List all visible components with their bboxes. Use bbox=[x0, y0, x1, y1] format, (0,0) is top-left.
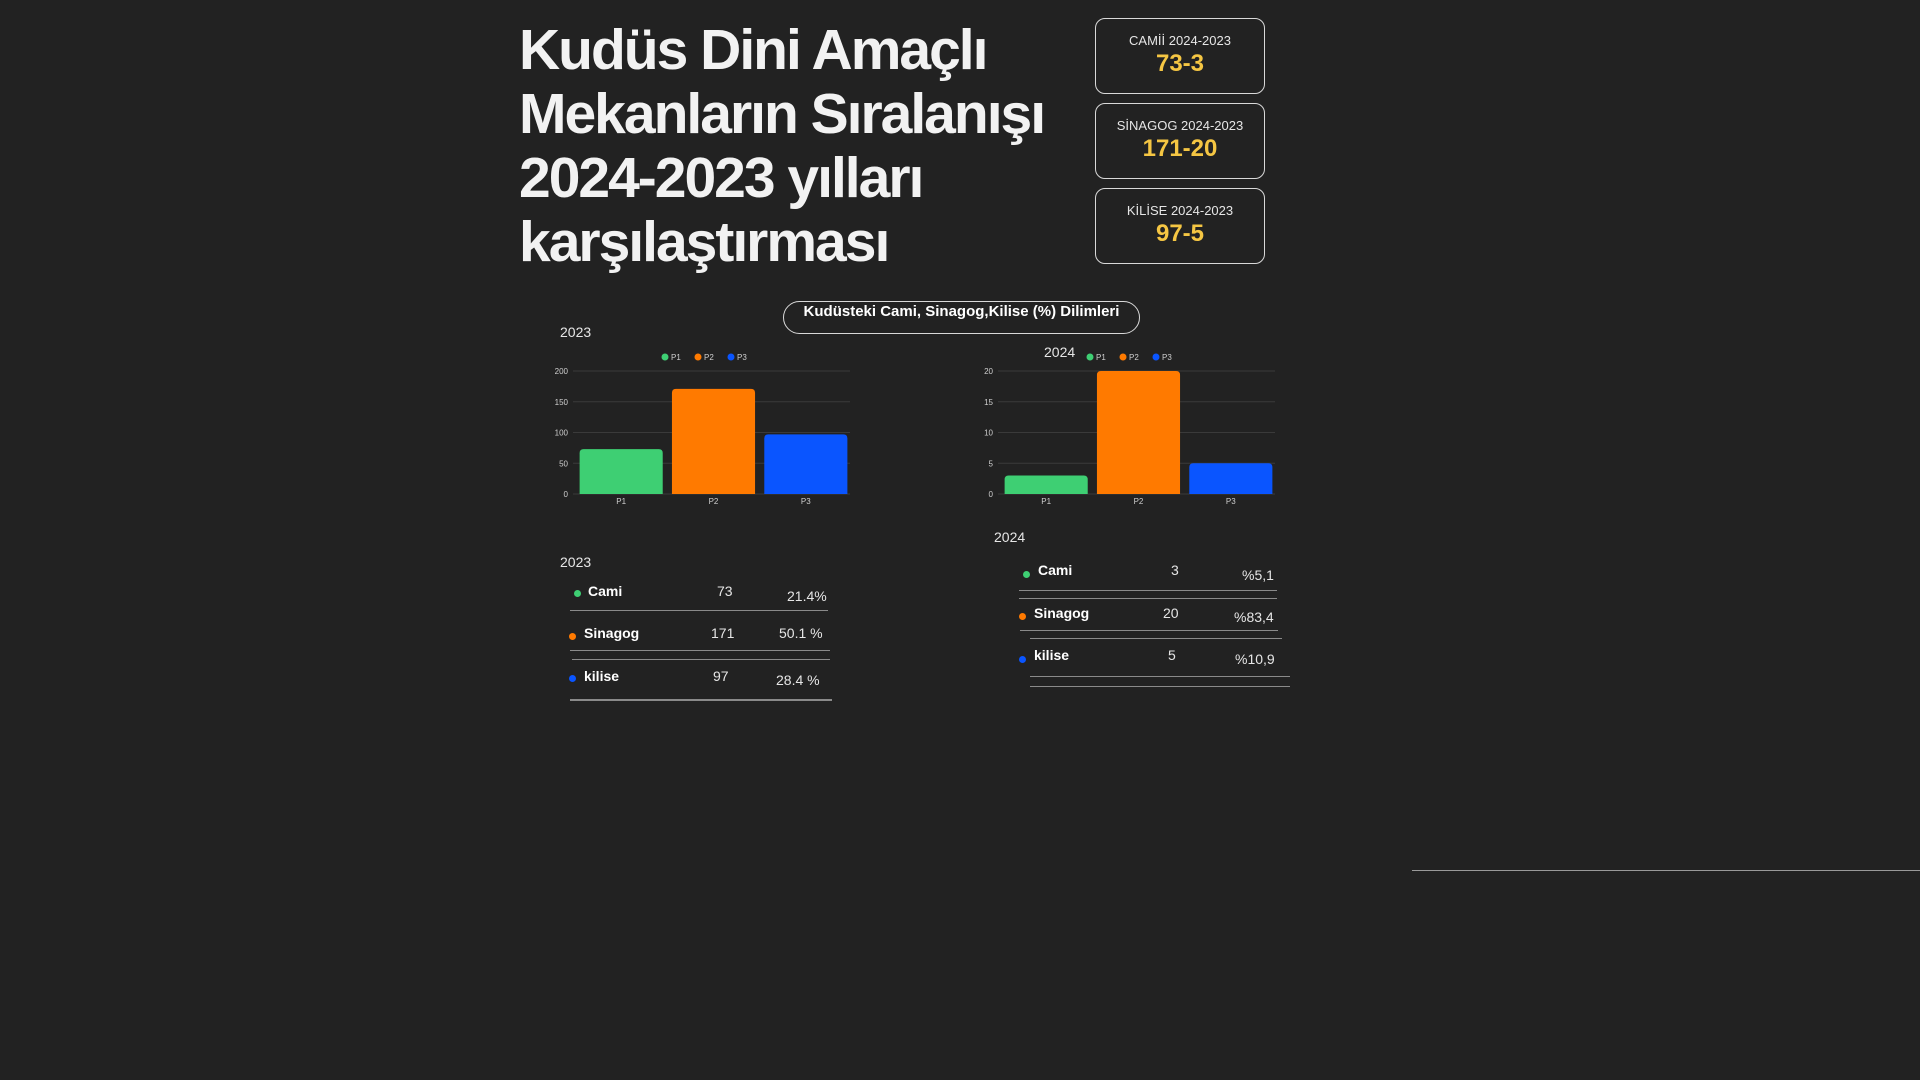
legend-dot bbox=[1019, 613, 1026, 620]
chart-section-label: Kudüsteki Cami, Sinagog,Kilise (%) Dilim… bbox=[783, 301, 1140, 334]
y-tick-label: 5 bbox=[989, 459, 994, 468]
bar-p2 bbox=[671, 388, 756, 494]
y-tick-label: 0 bbox=[564, 490, 569, 499]
row-divider bbox=[1030, 638, 1282, 639]
legend-dot bbox=[1023, 571, 1030, 578]
row-divider bbox=[1019, 590, 1277, 591]
row-divider bbox=[570, 700, 832, 701]
legend-label: P3 bbox=[1162, 353, 1172, 362]
y-tick-label: 0 bbox=[989, 490, 994, 499]
row-count: 171 bbox=[711, 625, 735, 641]
table-year-label-2024: 2024 bbox=[994, 529, 1026, 545]
chart-year-label-2023: 2023 bbox=[560, 324, 592, 340]
row-percent: %10,9 bbox=[1235, 651, 1275, 667]
stat-card-sinagog: SİNAGOG 2024-2023 171-20 bbox=[1095, 103, 1265, 179]
legend-swatch bbox=[1119, 353, 1127, 361]
stat-card-kilise: KİLİSE 2024-2023 97-5 bbox=[1095, 188, 1265, 264]
row-divider bbox=[1019, 598, 1277, 599]
divider-line bbox=[1412, 870, 1920, 871]
row-divider bbox=[570, 610, 828, 611]
bar-p2 bbox=[1096, 371, 1181, 494]
row-name: Cami bbox=[588, 583, 623, 599]
page-title: Kudüs Dini Amaçlı Mekanların Sıralanışı … bbox=[519, 18, 1046, 274]
row-percent: 28.4 % bbox=[776, 672, 820, 688]
legend-dot bbox=[574, 590, 581, 597]
row-divider bbox=[1030, 686, 1290, 687]
stat-card-camii: CAMİİ 2024-2023 73-3 bbox=[1095, 18, 1265, 94]
y-tick-label: 100 bbox=[555, 429, 569, 438]
row-name: Sinagog bbox=[584, 625, 640, 641]
bar-p3 bbox=[764, 434, 848, 494]
y-tick-label: 50 bbox=[559, 459, 568, 468]
bar-chart-2024: P1 P2 P3 0 5 10 15 20 P1 P2 P3 bbox=[984, 353, 1275, 506]
stat-value: 97-5 bbox=[1155, 220, 1205, 247]
y-tick-label: 200 bbox=[555, 367, 569, 376]
bar-p3 bbox=[1189, 463, 1273, 494]
table-year-label-2023: 2023 bbox=[560, 554, 592, 570]
row-divider bbox=[572, 659, 830, 660]
y-tick-label: 10 bbox=[984, 429, 993, 438]
row-divider bbox=[1020, 630, 1278, 631]
legend-swatch bbox=[694, 353, 702, 361]
y-tick-label: 150 bbox=[555, 398, 569, 407]
legend-dot bbox=[569, 633, 576, 640]
row-percent: 21.4% bbox=[787, 588, 827, 604]
x-tick-label: P3 bbox=[801, 497, 811, 506]
bar-p1 bbox=[579, 449, 663, 494]
row-percent: 50.1 % bbox=[779, 625, 823, 641]
legend-label: P2 bbox=[704, 353, 714, 362]
x-tick-label: P3 bbox=[1226, 497, 1236, 506]
y-tick-label: 20 bbox=[984, 367, 993, 376]
legend-swatch bbox=[1086, 353, 1094, 361]
x-tick-label: P1 bbox=[1041, 497, 1051, 506]
x-tick-label: P2 bbox=[1134, 497, 1144, 506]
row-count: 5 bbox=[1168, 647, 1176, 663]
row-count: 3 bbox=[1171, 562, 1179, 578]
bar-p1 bbox=[1004, 475, 1088, 494]
stat-value: 73-3 bbox=[1155, 50, 1205, 77]
row-divider bbox=[1030, 676, 1290, 677]
y-tick-label: 15 bbox=[984, 398, 993, 407]
legend-label: P1 bbox=[1096, 353, 1106, 362]
stat-label: SİNAGOG 2024-2023 bbox=[1116, 118, 1244, 133]
row-divider bbox=[570, 650, 830, 651]
row-count: 97 bbox=[713, 668, 729, 684]
legend-swatch bbox=[727, 353, 735, 361]
row-name: kilise bbox=[1034, 647, 1070, 663]
x-tick-label: P1 bbox=[616, 497, 626, 506]
row-name: Sinagog bbox=[1034, 605, 1090, 621]
legend-dot bbox=[569, 675, 576, 682]
legend-swatch bbox=[661, 353, 669, 361]
stat-value: 171-20 bbox=[1142, 135, 1218, 162]
row-name: kilise bbox=[584, 668, 620, 684]
stat-label: CAMİİ 2024-2023 bbox=[1129, 33, 1231, 48]
stat-label: KİLİSE 2024-2023 bbox=[1126, 203, 1234, 218]
x-tick-label: P2 bbox=[709, 497, 719, 506]
row-percent: %83,4 bbox=[1234, 609, 1274, 625]
legend-label: P3 bbox=[737, 353, 747, 362]
row-name: Cami bbox=[1038, 562, 1073, 578]
row-percent: %5,1 bbox=[1242, 567, 1274, 583]
row-count: 20 bbox=[1163, 605, 1179, 621]
row-count: 73 bbox=[717, 583, 733, 599]
legend-swatch bbox=[1152, 353, 1160, 361]
legend-dot bbox=[1019, 656, 1026, 663]
bar-chart-2023: P1 P2 P3 0 50 100 150 200 P1 P2 P3 bbox=[555, 353, 850, 506]
legend-label: P1 bbox=[671, 353, 681, 362]
legend-label: P2 bbox=[1129, 353, 1139, 362]
